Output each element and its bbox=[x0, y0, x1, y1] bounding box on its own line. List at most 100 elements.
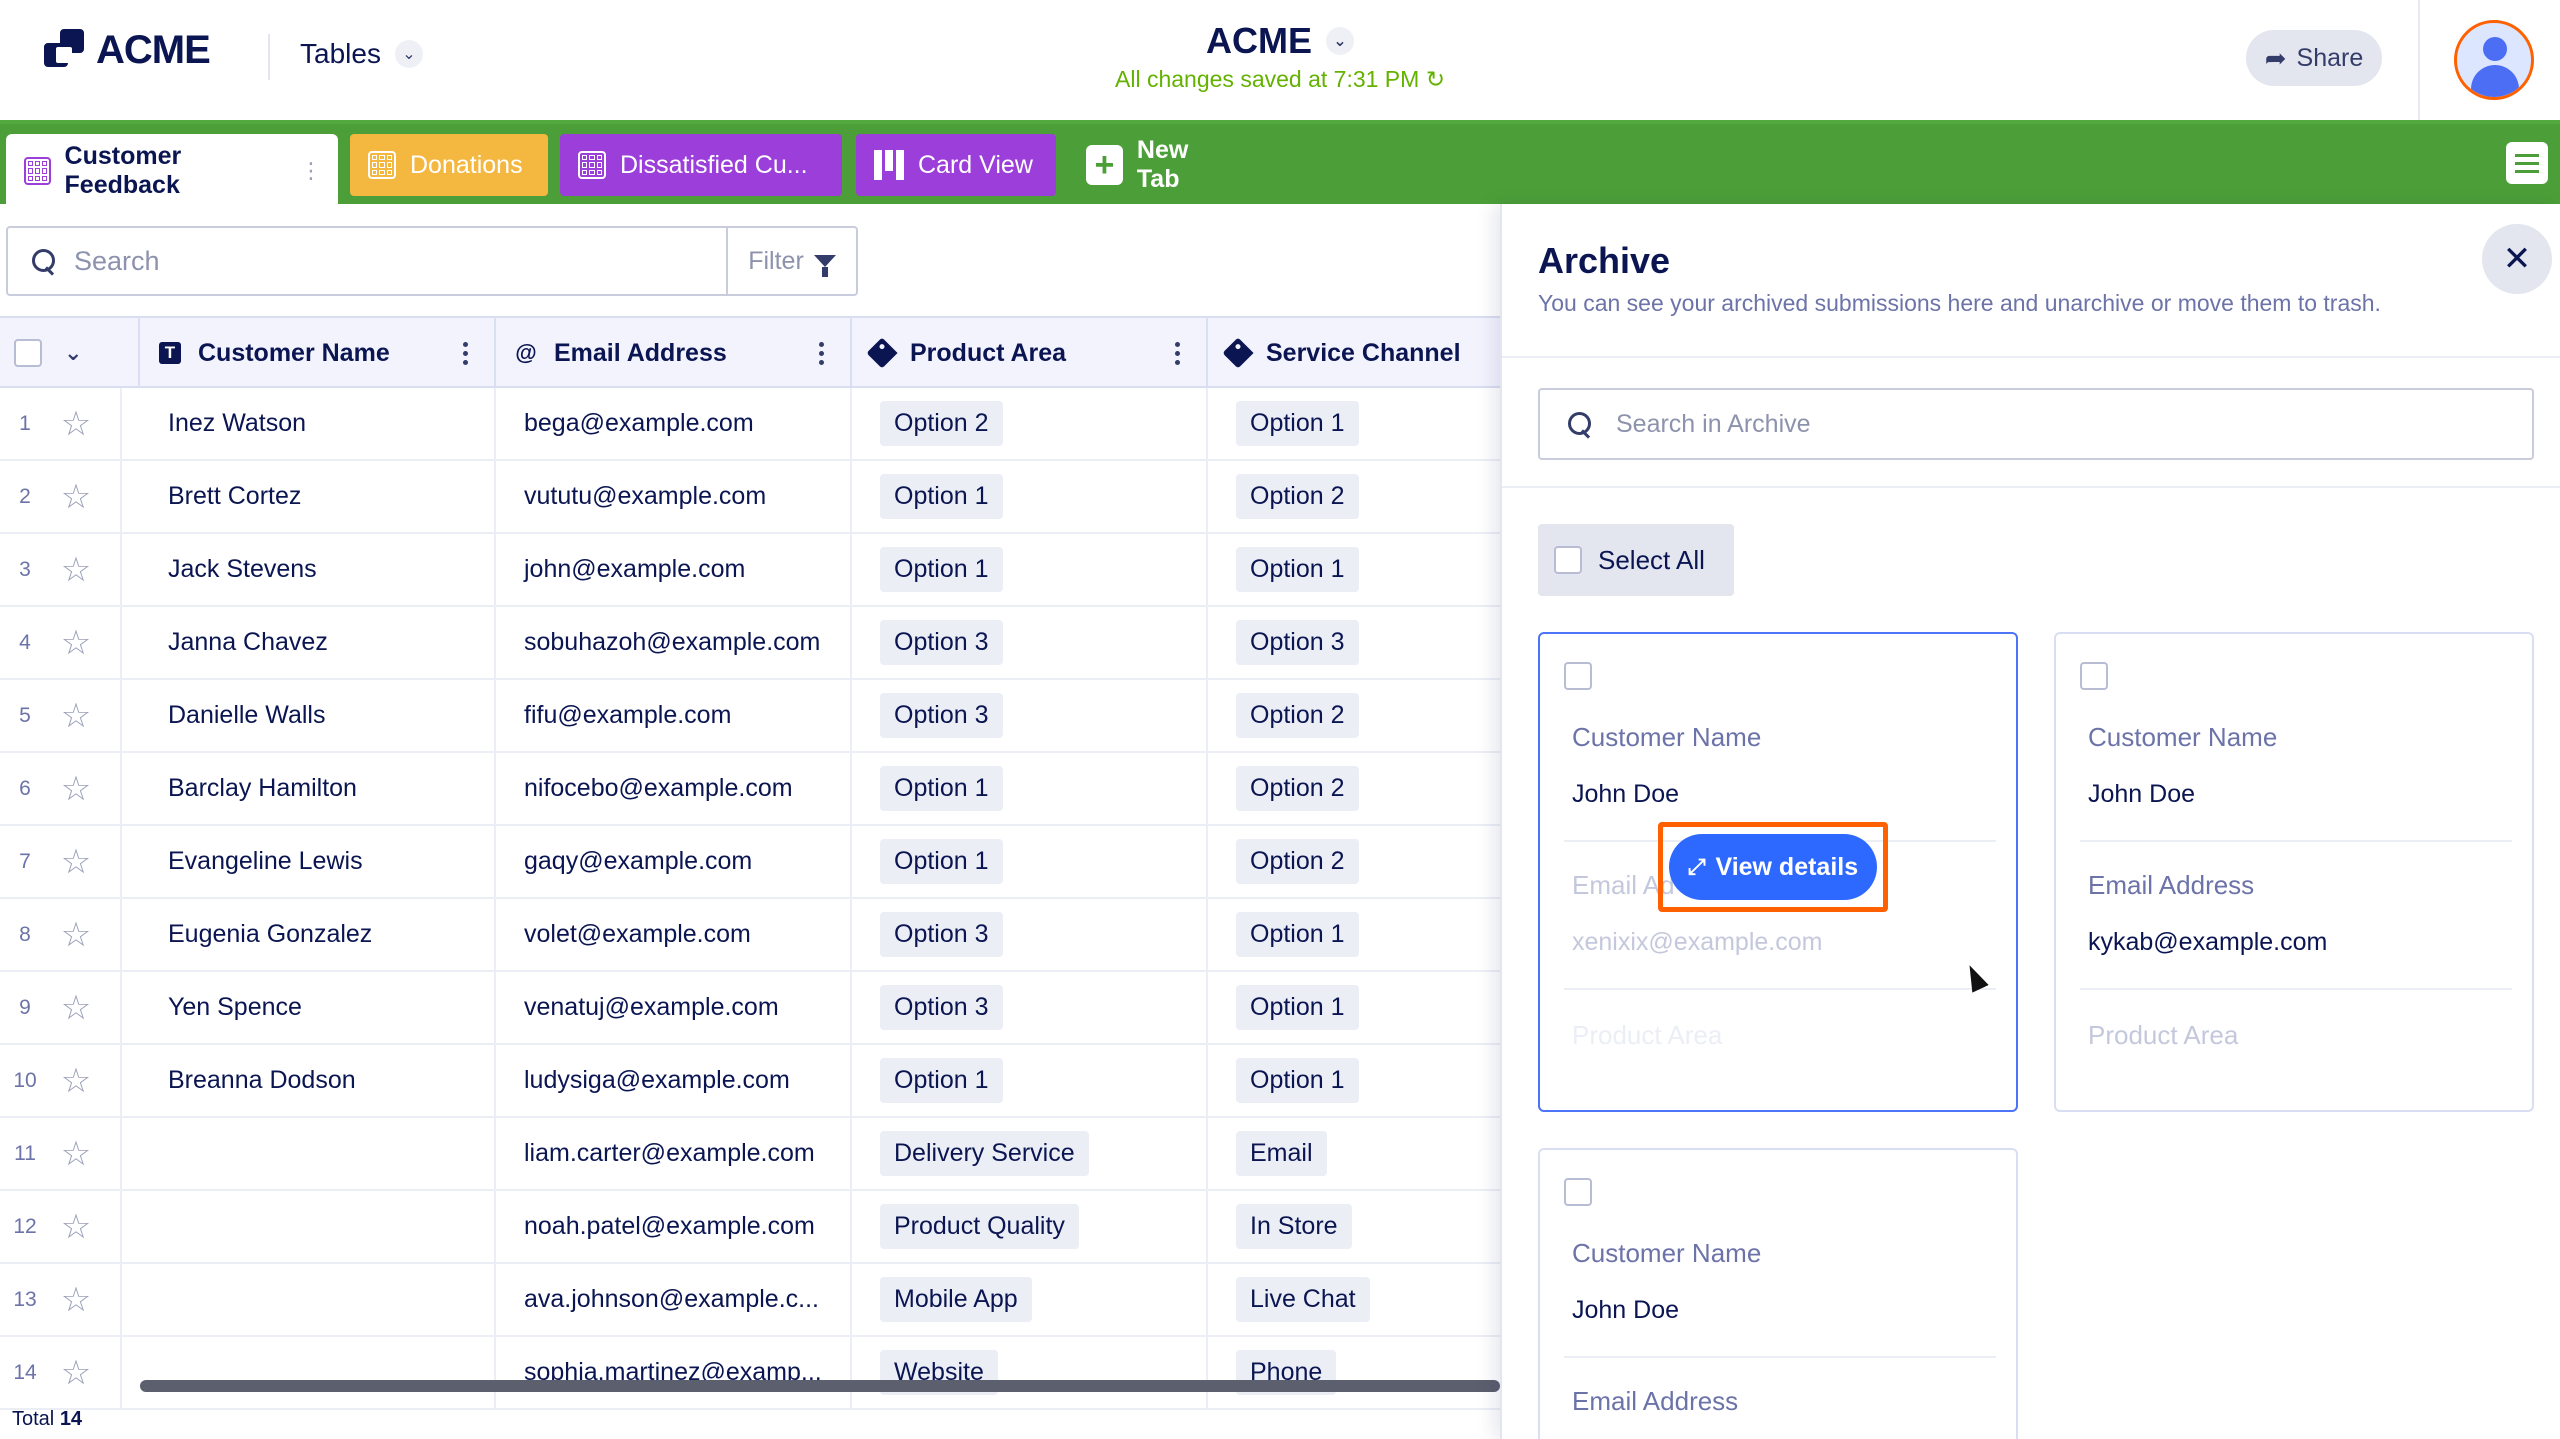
product-area-cell[interactable]: Option 3 bbox=[852, 680, 1208, 751]
product-area-cell[interactable]: Option 1 bbox=[852, 753, 1208, 824]
star-icon[interactable]: ☆ bbox=[61, 550, 91, 590]
card-checkbox[interactable] bbox=[1564, 1178, 1592, 1206]
email-cell[interactable]: liam.carter@example.com bbox=[496, 1118, 852, 1189]
email-cell[interactable]: bega@example.com bbox=[496, 388, 852, 459]
share-button[interactable]: ➦ Share bbox=[2246, 30, 2382, 86]
star-icon[interactable]: ☆ bbox=[61, 988, 91, 1028]
tab-new-tab[interactable]: + New Tab bbox=[1068, 134, 1248, 196]
email-cell[interactable]: volet@example.com bbox=[496, 899, 852, 970]
column-header-product-area[interactable]: Product Area bbox=[852, 318, 1208, 388]
customer-name-cell[interactable]: Yen Spence bbox=[140, 972, 496, 1043]
table-row[interactable]: 10 ☆ Breanna Dodson ludysiga@example.com Opt… bbox=[0, 1045, 1500, 1118]
star-icon[interactable]: ☆ bbox=[61, 696, 91, 736]
table-row[interactable]: 12 ☆ noah.patel@example.com Product Quality… bbox=[0, 1191, 1500, 1264]
archive-card[interactable]: Customer Name John Doe Email Address kyk… bbox=[2054, 632, 2534, 1112]
star-icon[interactable]: ☆ bbox=[61, 1134, 91, 1174]
customer-name-cell[interactable]: Breanna Dodson bbox=[140, 1045, 496, 1116]
product-area-cell[interactable]: Option 3 bbox=[852, 972, 1208, 1043]
customer-name-cell[interactable]: Janna Chavez bbox=[140, 607, 496, 678]
service-channel-cell[interactable]: Option 1 bbox=[1208, 534, 1500, 605]
product-area-cell[interactable]: Product Quality bbox=[852, 1191, 1208, 1262]
table-row[interactable]: 5 ☆ Danielle Walls fifu@example.com Option 3… bbox=[0, 680, 1500, 753]
star-icon[interactable]: ☆ bbox=[61, 404, 91, 444]
column-options-icon[interactable] bbox=[1175, 341, 1180, 365]
star-icon[interactable]: ☆ bbox=[61, 1061, 91, 1101]
service-channel-cell[interactable]: Option 1 bbox=[1208, 972, 1500, 1043]
customer-name-cell[interactable]: Inez Watson bbox=[140, 388, 496, 459]
service-channel-cell[interactable]: Option 2 bbox=[1208, 826, 1500, 897]
product-area-cell[interactable]: Delivery Service bbox=[852, 1118, 1208, 1189]
view-details-button[interactable]: ⤢ View details bbox=[1669, 834, 1877, 900]
service-channel-cell[interactable]: Option 1 bbox=[1208, 1045, 1500, 1116]
select-all-rows-checkbox[interactable] bbox=[14, 339, 42, 367]
product-area-cell[interactable]: Option 2 bbox=[852, 388, 1208, 459]
product-area-cell[interactable]: Option 3 bbox=[852, 899, 1208, 970]
archive-card[interactable]: Customer Name John Doe Email Address bbox=[1538, 1148, 2018, 1439]
column-header-customer-name[interactable]: T Customer Name bbox=[140, 318, 496, 388]
email-cell[interactable]: venatuj@example.com bbox=[496, 972, 852, 1043]
table-row[interactable]: 3 ☆ Jack Stevens john@example.com Option 1 Op… bbox=[0, 534, 1500, 607]
column-header-email[interactable]: @ Email Address bbox=[496, 318, 852, 388]
table-row[interactable]: 4 ☆ Janna Chavez sobuhazoh@example.com Optio… bbox=[0, 607, 1500, 680]
service-channel-cell[interactable]: In Store bbox=[1208, 1191, 1500, 1262]
star-icon[interactable]: ☆ bbox=[61, 842, 91, 882]
search-input[interactable]: Search bbox=[74, 246, 714, 277]
card-checkbox[interactable] bbox=[1564, 662, 1592, 690]
email-cell[interactable]: ava.johnson@example.c... bbox=[496, 1264, 852, 1335]
app-title-dropdown[interactable]: ACME ⌄ bbox=[1206, 20, 1354, 62]
service-channel-cell[interactable]: Option 1 bbox=[1208, 899, 1500, 970]
product-area-cell[interactable]: Option 1 bbox=[852, 1045, 1208, 1116]
product-area-cell[interactable]: Option 3 bbox=[852, 607, 1208, 678]
service-channel-cell[interactable]: Option 2 bbox=[1208, 461, 1500, 532]
tab-customer-feedback[interactable]: Customer Feedback ⋮ bbox=[6, 134, 338, 208]
star-icon[interactable]: ☆ bbox=[61, 623, 91, 663]
table-row[interactable]: 6 ☆ Barclay Hamilton nifocebo@example.com Op… bbox=[0, 753, 1500, 826]
customer-name-cell[interactable]: Eugenia Gonzalez bbox=[140, 899, 496, 970]
tab-donations[interactable]: Donations bbox=[350, 134, 548, 196]
email-cell[interactable]: gaqy@example.com bbox=[496, 826, 852, 897]
acme-logo[interactable]: ACME bbox=[44, 28, 211, 73]
product-area-cell[interactable]: Website bbox=[852, 1337, 1208, 1408]
horizontal-scrollbar[interactable] bbox=[140, 1380, 1500, 1392]
email-cell[interactable]: nifocebo@example.com bbox=[496, 753, 852, 824]
select-all-checkbox[interactable] bbox=[1554, 546, 1582, 574]
table-row[interactable]: 1 ☆ Inez Watson bega@example.com Option 2 Opt… bbox=[0, 388, 1500, 461]
service-channel-cell[interactable]: Live Chat bbox=[1208, 1264, 1500, 1335]
customer-name-cell[interactable] bbox=[140, 1337, 496, 1408]
product-area-cell[interactable]: Option 1 bbox=[852, 534, 1208, 605]
customer-name-cell[interactable]: Jack Stevens bbox=[140, 534, 496, 605]
product-area-cell[interactable]: Mobile App bbox=[852, 1264, 1208, 1335]
service-channel-cell[interactable]: Email bbox=[1208, 1118, 1500, 1189]
table-row[interactable]: 11 ☆ liam.carter@example.com Delivery Servi… bbox=[0, 1118, 1500, 1191]
email-cell[interactable]: john@example.com bbox=[496, 534, 852, 605]
hamburger-menu-icon[interactable] bbox=[2506, 142, 2548, 184]
tab-dissatisfied-customers[interactable]: Dissatisfied Cu... bbox=[560, 134, 842, 196]
avatar[interactable] bbox=[2454, 20, 2534, 100]
customer-name-cell[interactable] bbox=[140, 1264, 496, 1335]
star-icon[interactable]: ☆ bbox=[61, 1207, 91, 1247]
service-channel-cell[interactable]: Option 2 bbox=[1208, 753, 1500, 824]
star-icon[interactable]: ☆ bbox=[61, 769, 91, 809]
table-row[interactable]: 2 ☆ Brett Cortez vututu@example.com Option 1… bbox=[0, 461, 1500, 534]
email-cell[interactable]: vututu@example.com bbox=[496, 461, 852, 532]
filter-button[interactable]: Filter bbox=[726, 228, 856, 294]
star-icon[interactable]: ☆ bbox=[61, 915, 91, 955]
archive-search-input[interactable]: Search in Archive bbox=[1616, 410, 1811, 439]
product-area-cell[interactable]: Option 1 bbox=[852, 826, 1208, 897]
card-checkbox[interactable] bbox=[2080, 662, 2108, 690]
tab-options-icon[interactable]: ⋮ bbox=[300, 158, 322, 184]
email-cell[interactable]: sobuhazoh@example.com bbox=[496, 607, 852, 678]
customer-name-cell[interactable] bbox=[140, 1118, 496, 1189]
service-channel-cell[interactable]: Option 1 bbox=[1208, 388, 1500, 459]
table-row[interactable]: 9 ☆ Yen Spence venatuj@example.com Option 3 O… bbox=[0, 972, 1500, 1045]
table-row[interactable]: 14 ☆ sophia.martinez@examp... Website Phone bbox=[0, 1337, 1500, 1410]
customer-name-cell[interactable]: Barclay Hamilton bbox=[140, 753, 496, 824]
chevron-down-icon[interactable]: ⌄ bbox=[64, 340, 82, 366]
email-cell[interactable]: noah.patel@example.com bbox=[496, 1191, 852, 1262]
column-options-icon[interactable] bbox=[463, 341, 468, 365]
customer-name-cell[interactable] bbox=[140, 1191, 496, 1262]
close-icon[interactable]: ✕ bbox=[2482, 224, 2552, 294]
product-area-cell[interactable]: Option 1 bbox=[852, 461, 1208, 532]
select-all-button[interactable]: Select All bbox=[1538, 524, 1734, 596]
table-row[interactable]: 8 ☆ Eugenia Gonzalez volet@example.com Optio… bbox=[0, 899, 1500, 972]
